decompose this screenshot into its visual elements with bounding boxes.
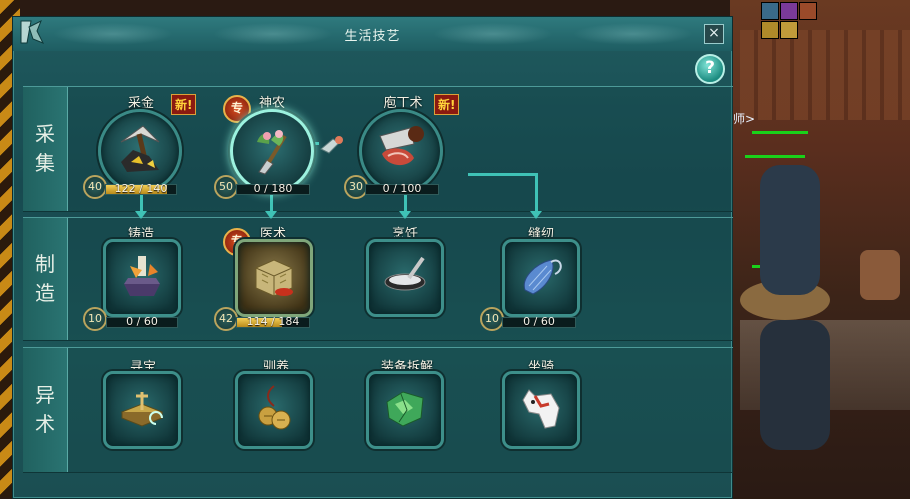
wok-icon xyxy=(384,256,426,291)
pickaxe-gold-ore-icon xyxy=(120,125,160,172)
skill-progress-bar: 122 / 140 xyxy=(105,182,177,195)
new-badge: 新! xyxy=(171,94,197,115)
skill-slot-mount[interactable] xyxy=(502,371,580,449)
skill-level-badge: 10 xyxy=(480,307,504,331)
skill-level-badge: 10 xyxy=(83,307,107,331)
new-badge: 新! xyxy=(434,94,460,115)
progress-text: 0 / 180 xyxy=(253,182,293,195)
background-shelf xyxy=(740,30,910,120)
plant-pot xyxy=(860,250,900,300)
connector-arrow xyxy=(135,211,147,219)
title-bar[interactable]: 生活技艺 xyxy=(13,17,732,51)
buff-icon[interactable] xyxy=(799,2,817,20)
cleaver-meat-icon xyxy=(379,126,424,166)
herb-tool-icon xyxy=(320,136,343,154)
progress-text: 122 / 140 xyxy=(114,182,168,195)
skill-progress-bar: 0 / 60 xyxy=(106,315,178,328)
skill-progress-bar: 0 / 180 xyxy=(236,182,310,195)
skill-level-badge: 50 xyxy=(214,175,238,199)
section-char: 集 xyxy=(35,151,55,175)
skill-slot-medicine[interactable] xyxy=(235,239,313,317)
window-title: 生活技艺 xyxy=(344,29,401,44)
progress-text: 0 / 60 xyxy=(523,315,555,328)
skill-slot-treasure[interactable] xyxy=(103,371,181,449)
connector-arrow xyxy=(530,211,542,219)
skill-slot-butcher[interactable] xyxy=(359,109,443,193)
npc-name-text: 师> xyxy=(733,112,756,126)
life-skills-window: 生活技艺 × ? 采 集 制 造 异 术 采金 新! 40 122 / 140 … xyxy=(12,16,733,499)
skill-progress-bar: 0 / 100 xyxy=(365,182,439,195)
connector-arrow xyxy=(265,211,277,219)
skill-level-badge: 40 xyxy=(83,175,107,199)
buff-icon[interactable] xyxy=(780,2,798,20)
buff-icon[interactable] xyxy=(780,21,798,39)
thread-spool-icon xyxy=(523,259,562,295)
connector-line xyxy=(468,173,538,176)
skill-slot-cooking[interactable] xyxy=(366,239,444,317)
npc-character[interactable] xyxy=(760,320,830,450)
jade-fragment-icon xyxy=(386,391,424,427)
skill-slot-mining[interactable] xyxy=(98,109,182,193)
skill-slot-forging[interactable] xyxy=(103,239,181,317)
skill-slot-sewing[interactable] xyxy=(502,239,580,317)
section-label-misc: 异 术 xyxy=(23,348,68,472)
medicine-bundle-icon xyxy=(255,259,293,297)
connector-line xyxy=(535,173,538,211)
section-char: 制 xyxy=(35,252,55,276)
buff-icon[interactable] xyxy=(761,21,779,39)
treasure-compass-icon xyxy=(120,392,164,427)
herb-shovel-icon xyxy=(257,130,287,175)
skill-level-badge: 42 xyxy=(214,307,238,331)
npc-hp-bar xyxy=(745,155,805,158)
anvil-hammer-icon xyxy=(124,256,160,296)
skill-slot-taming[interactable] xyxy=(235,371,313,449)
section-label-gather: 采 集 xyxy=(23,87,68,211)
help-button[interactable]: ? xyxy=(695,54,725,84)
section-label-craft: 制 造 xyxy=(23,218,68,340)
section-char: 术 xyxy=(35,412,55,436)
skill-slot-dismantle[interactable] xyxy=(366,371,444,449)
progress-text: 0 / 100 xyxy=(382,182,422,195)
section-char: 造 xyxy=(35,281,55,305)
progress-text: 0 / 60 xyxy=(126,315,158,328)
skill-progress-bar: 114 / 184 xyxy=(236,315,310,328)
connector-arrow xyxy=(399,211,411,219)
section-char: 采 xyxy=(35,122,55,146)
npc-hp-bar xyxy=(752,131,808,134)
white-horse-icon xyxy=(522,389,560,429)
buff-icon[interactable] xyxy=(761,2,779,20)
skill-slot-herbal[interactable] xyxy=(230,109,314,193)
close-button[interactable]: × xyxy=(704,24,724,44)
skill-progress-bar: 0 / 60 xyxy=(502,315,576,328)
bells-icon xyxy=(258,385,291,430)
section-char: 异 xyxy=(35,383,55,407)
progress-text: 114 / 184 xyxy=(246,315,300,328)
npc-character[interactable] xyxy=(760,165,820,295)
